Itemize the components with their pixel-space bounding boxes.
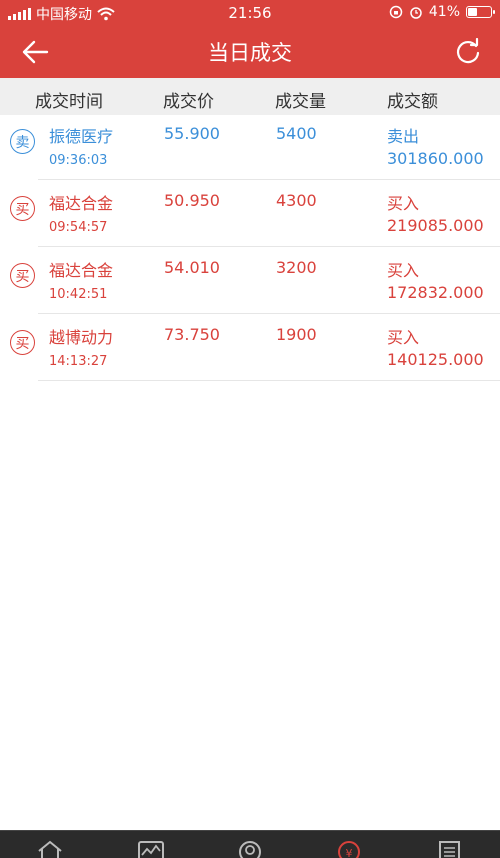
market-icon[interactable] (136, 839, 166, 858)
trade-volume: 3200 (276, 258, 317, 277)
trade-amount: 219085.000 (387, 216, 484, 235)
trade-price: 55.900 (164, 124, 220, 143)
row-divider (38, 380, 500, 381)
stock-name: 福达合金 (49, 194, 114, 213)
watchlist-icon[interactable] (235, 839, 265, 858)
trade-volume: 4300 (276, 191, 317, 210)
trade-volume: 5400 (276, 124, 317, 143)
trade-icon[interactable]: ¥ (334, 839, 364, 858)
trade-time: 14:13:27 (49, 354, 108, 369)
trade-row[interactable]: 卖 振德医疗 09:36:03 55.900 5400 卖出 301860.00… (0, 113, 500, 180)
trade-amount: 140125.000 (387, 350, 484, 369)
trade-amount: 172832.000 (387, 283, 484, 302)
trade-row[interactable]: 买 福达合金 10:42:51 54.010 3200 买入 172832.00… (0, 247, 500, 314)
buy-badge: 买 (10, 196, 35, 221)
sell-badge: 卖 (10, 129, 35, 154)
trade-amount: 301860.000 (387, 149, 484, 168)
column-amount: 成交额 (387, 92, 438, 112)
news-icon[interactable] (434, 839, 464, 858)
battery-fill (468, 8, 478, 16)
trade-volume: 1900 (276, 325, 317, 344)
alarm-icon (410, 7, 422, 19)
page-title: 当日成交 (208, 41, 292, 65)
trade-side: 卖出 (387, 127, 420, 146)
home-icon[interactable] (35, 839, 65, 858)
column-volume: 成交量 (275, 92, 326, 112)
stock-name: 福达合金 (49, 261, 114, 280)
trade-side: 买入 (387, 194, 420, 213)
stock-name: 振德医疗 (49, 127, 114, 146)
trade-time: 09:36:03 (49, 153, 108, 168)
trade-price: 73.750 (164, 325, 220, 344)
buy-badge: 买 (10, 330, 35, 355)
trade-row[interactable]: 买 福达合金 09:54:57 50.950 4300 买入 219085.00… (0, 180, 500, 247)
stock-name: 越博动力 (49, 328, 114, 347)
battery-icon (466, 6, 495, 18)
trade-time: 10:42:51 (49, 287, 108, 302)
buy-badge: 买 (10, 263, 35, 288)
trade-row[interactable]: 买 越博动力 14:13:27 73.750 1900 买入 140125.00… (0, 314, 500, 381)
orientation-lock-icon (389, 5, 403, 19)
trade-side: 买入 (387, 328, 420, 347)
refresh-icon[interactable] (454, 38, 482, 66)
column-time: 成交时间 (35, 92, 103, 112)
trade-side: 买入 (387, 261, 420, 280)
svg-text:¥: ¥ (346, 847, 353, 858)
battery-percent: 41% (428, 4, 460, 20)
nav-bar: 当日成交 (0, 26, 500, 78)
column-header: 成交时间 成交价 成交量 成交额 (0, 78, 500, 115)
tab-bar: ¥ (0, 830, 500, 858)
trade-price: 54.010 (164, 258, 220, 277)
trade-price: 50.950 (164, 191, 220, 210)
status-right: 41% (389, 4, 495, 20)
status-bar: 中国移动 21:56 41% (0, 0, 500, 26)
column-price: 成交价 (163, 92, 214, 112)
trade-time: 09:54:57 (49, 220, 108, 235)
